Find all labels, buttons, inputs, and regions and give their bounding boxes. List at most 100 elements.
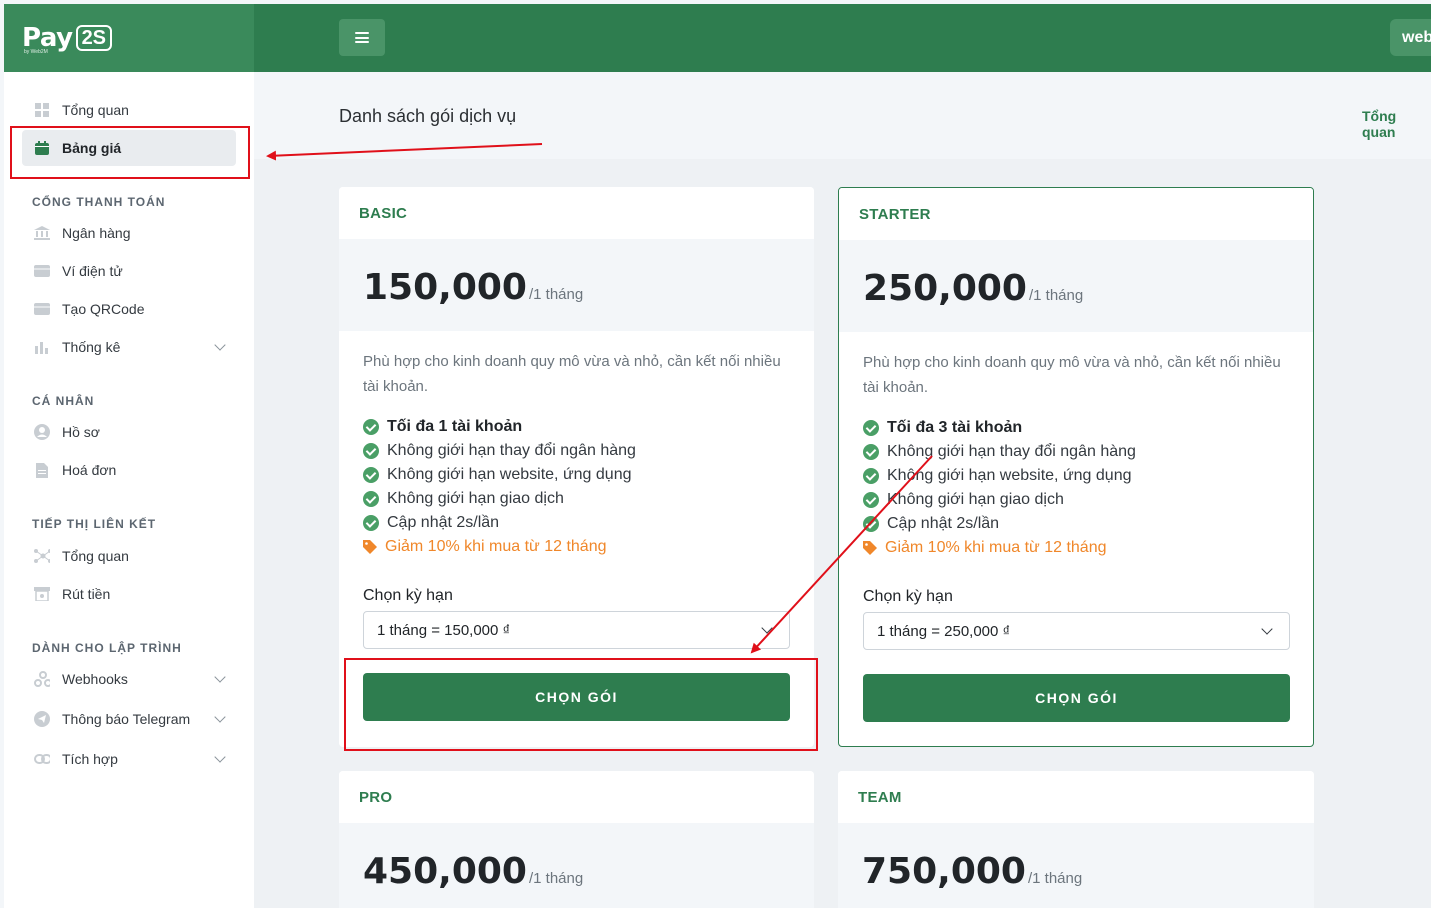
feature-text: Cập nhật 2s/lần — [887, 515, 1000, 532]
plan-description: Phù hợp cho kinh doanh quy mô vừa và nhỏ… — [363, 353, 781, 395]
price-box: 450,000/1 tháng — [339, 823, 814, 908]
plan-price: 250,000 — [863, 268, 1027, 309]
sidebar-item-overview[interactable]: Tổng quan — [22, 92, 236, 128]
plan-name: TEAM — [838, 771, 1314, 823]
sidebar-item-invoice[interactable]: Hoá đơn — [22, 452, 236, 488]
plan-period: /1 tháng — [1027, 870, 1083, 887]
check-circle-icon — [863, 468, 879, 484]
chart-icon — [34, 340, 50, 354]
feature-text: Không giới hạn giao dịch — [387, 490, 564, 507]
plan-name: STARTER — [839, 188, 1313, 240]
bank-icon — [34, 226, 50, 240]
wallet-icon — [34, 264, 50, 278]
chevron-down-icon — [214, 671, 226, 683]
page-header: Danh sách gói dịch vụ Tổng quan — [254, 72, 1431, 159]
plan-name: PRO — [339, 771, 814, 823]
feature-item: Cập nhật 2s/lần — [363, 511, 636, 535]
plan-period: /1 tháng — [528, 870, 584, 887]
sidebar-item-bank[interactable]: Ngân hàng — [22, 215, 236, 251]
plan-price: 750,000 — [862, 851, 1026, 892]
telegram-icon — [34, 711, 50, 727]
withdraw-icon — [34, 587, 50, 601]
qrcode-icon — [34, 302, 50, 316]
annotation-box-button — [344, 658, 818, 751]
user-menu-button[interactable]: web — [1390, 19, 1431, 56]
breadcrumb[interactable]: Tổng quan — [1362, 108, 1431, 140]
feature-text: Không giới hạn thay đổi ngân hàng — [387, 442, 636, 459]
sidebar-item-label: Webhooks — [62, 671, 128, 687]
price-box: 750,000/1 tháng — [838, 823, 1314, 908]
sidebar-item-telegram[interactable]: Thông báo Telegram — [22, 701, 236, 737]
logo-badge: 2S — [75, 25, 113, 51]
check-circle-icon — [863, 492, 879, 508]
term-label: Chọn kỳ hạn — [863, 588, 953, 605]
section-title-developer: DÀNH CHO LẬP TRÌNH — [32, 641, 182, 655]
feature-list: Tối đa 1 tài khoản Không giới hạn thay đ… — [363, 415, 636, 559]
check-circle-icon — [363, 443, 379, 459]
sidebar-item-label: Hoá đơn — [62, 462, 117, 478]
check-circle-icon — [363, 419, 379, 435]
feature-text: Cập nhật 2s/lần — [387, 514, 500, 531]
logo-subtitle: by Web2M — [24, 49, 48, 55]
price-box: 150,000/1 tháng — [339, 239, 814, 331]
hamburger-icon — [355, 32, 369, 43]
feature-item: Không giới hạn thay đổi ngân hàng — [363, 439, 636, 463]
plan-description: Phù hợp cho kinh doanh quy mô vừa và nhỏ… — [863, 354, 1281, 396]
webhook-icon — [34, 671, 50, 687]
promo-item: Giảm 10% khi mua từ 12 tháng — [363, 535, 636, 559]
section-title-personal: CÁ NHÂN — [32, 394, 95, 408]
plan-price: 150,000 — [363, 267, 527, 308]
top-header: Pay 2S by Web2M web — [4, 4, 1431, 72]
sidebar-item-label: Tổng quan — [62, 102, 129, 118]
chevron-down-icon — [214, 711, 226, 723]
feature-text: Không giới hạn giao dịch — [887, 491, 1064, 508]
price-box: 250,000/1 tháng — [839, 240, 1313, 332]
sidebar-item-affiliate-overview[interactable]: Tổng quan — [22, 538, 236, 574]
feature-item: Tối đa 3 tài khoản — [863, 416, 1136, 440]
plan-period: /1 tháng — [528, 286, 584, 303]
sidebar-item-webhooks[interactable]: Webhooks — [22, 661, 236, 697]
sidebar: Tổng quan Bảng giá CỔNG THANH TOÁN Ngân … — [4, 72, 254, 908]
sidebar-item-profile[interactable]: Hồ sơ — [22, 414, 236, 450]
sidebar-item-label: Thông báo Telegram — [62, 711, 191, 727]
sidebar-item-integration[interactable]: Tích hợp — [22, 741, 236, 777]
sidebar-item-ewallet[interactable]: Ví điện tử — [22, 253, 236, 289]
term-select-value: 1 tháng = 150,000 ₫ — [377, 622, 511, 639]
feature-item: Cập nhật 2s/lần — [863, 512, 1136, 536]
chevron-down-icon — [214, 751, 226, 763]
chevron-down-icon — [761, 622, 773, 634]
term-select[interactable]: 1 tháng = 250,000 ₫ — [863, 612, 1290, 650]
term-label: Chọn kỳ hạn — [363, 587, 453, 604]
check-circle-icon — [363, 467, 379, 483]
term-select-value: 1 tháng = 250,000 ₫ — [877, 623, 1011, 640]
choose-plan-button[interactable]: CHỌN GÓI — [863, 674, 1290, 722]
check-circle-icon — [863, 444, 879, 460]
promo-text: Giảm 10% khi mua từ 12 tháng — [385, 538, 607, 555]
chevron-down-icon — [214, 339, 226, 351]
page-title: Danh sách gói dịch vụ — [339, 106, 517, 126]
sidebar-item-withdraw[interactable]: Rút tiền — [22, 576, 236, 612]
chevron-down-icon — [1261, 623, 1273, 635]
feature-text: Tối đa 1 tài khoản — [387, 418, 523, 435]
feature-text: Tối đa 3 tài khoản — [887, 419, 1023, 436]
sidebar-item-statistics[interactable]: Thống kê — [22, 329, 236, 365]
sidebar-item-label: Hồ sơ — [62, 424, 100, 440]
sidebar-item-label: Ví điện tử — [62, 263, 123, 279]
grid-icon — [34, 103, 50, 117]
sidebar-item-label: Rút tiền — [62, 586, 111, 602]
menu-toggle-button[interactable] — [339, 19, 385, 56]
check-circle-icon — [363, 515, 379, 531]
feature-item: Không giới hạn thay đổi ngân hàng — [863, 440, 1136, 464]
feature-text: Không giới hạn website, ứng dụng — [887, 467, 1132, 484]
sidebar-item-label: Tạo QRCode — [62, 301, 145, 317]
plan-name: BASIC — [339, 187, 814, 239]
check-circle-icon — [863, 516, 879, 532]
plan-card-team: TEAM 750,000/1 tháng — [838, 771, 1314, 908]
sidebar-item-label: Tổng quan — [62, 548, 129, 564]
logo[interactable]: Pay 2S by Web2M — [4, 4, 254, 72]
term-select[interactable]: 1 tháng = 150,000 ₫ — [363, 611, 790, 649]
annotation-box-sidebar — [10, 126, 250, 179]
tag-icon — [863, 541, 877, 555]
link-icon — [34, 752, 50, 766]
sidebar-item-qrcode[interactable]: Tạo QRCode — [22, 291, 236, 327]
